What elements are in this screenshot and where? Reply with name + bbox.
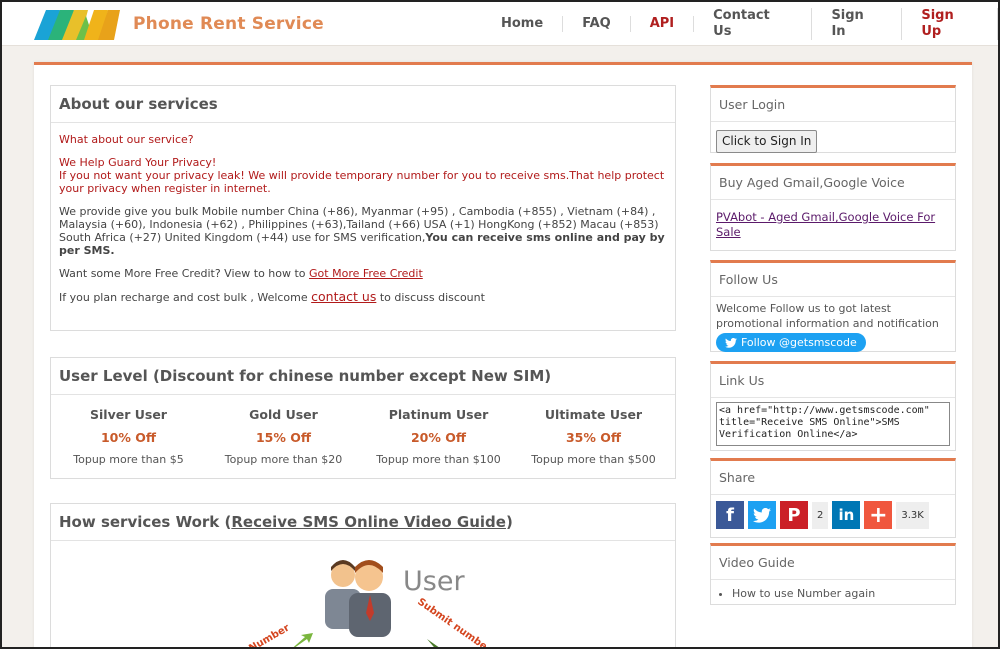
- level-silver: Silver User 10% Off Topup more than $5: [51, 407, 206, 466]
- level-ultimate: Ultimate User 35% Off Topup more than $5…: [516, 407, 671, 466]
- content-wrapper: About our services What about our servic…: [34, 62, 972, 649]
- logo[interactable]: [34, 10, 120, 40]
- login-widget: User Login Click to Sign In: [710, 85, 956, 153]
- level-topup: Topup more than $500: [531, 453, 656, 466]
- credit-link[interactable]: Got More Free Credit: [309, 267, 423, 280]
- main-nav: Home FAQ API Contact Us Sign In Sign Up: [482, 2, 998, 46]
- nav-contact-us[interactable]: Contact Us: [694, 8, 813, 40]
- video-guide-title: Video Guide: [711, 546, 955, 580]
- about-title: About our services: [51, 86, 675, 123]
- share-widget: Share f P 2 in + 3.3K: [710, 458, 956, 538]
- level-discount: 15% Off: [255, 430, 312, 445]
- site-header: Phone Rent Service Home FAQ API Contact …: [2, 2, 998, 46]
- level-discount: 10% Off: [100, 430, 157, 445]
- how-title: How services Work (Receive SMS Online Vi…: [51, 504, 675, 541]
- arrow-left-icon: [291, 633, 313, 649]
- linkedin-share-icon[interactable]: in: [832, 501, 861, 529]
- video-guide-widget: Video Guide How to use Number again: [710, 543, 956, 605]
- recharge-label: If you plan recharge and cost bulk , Wel…: [59, 291, 312, 304]
- pinterest-share-icon[interactable]: P: [780, 501, 808, 529]
- nav-sign-up[interactable]: Sign Up: [902, 8, 998, 40]
- user-level-panel: User Level (Discount for chinese number …: [50, 357, 676, 479]
- more-share-icon[interactable]: +: [864, 501, 893, 529]
- follow-widget: Follow Us Welcome Follow us to got lates…: [710, 260, 956, 352]
- about-panel: About our services What about our servic…: [50, 85, 676, 331]
- twitter-share-icon[interactable]: [748, 501, 776, 529]
- level-name: Silver User: [90, 407, 167, 422]
- level-discount: 35% Off: [565, 430, 622, 445]
- level-topup: Topup more than $20: [224, 453, 343, 466]
- follow-title: Follow Us: [711, 263, 955, 297]
- level-name: Platinum User: [388, 407, 489, 422]
- recharge-suffix: to discuss discount: [376, 291, 485, 304]
- link-code-textarea[interactable]: <a href="http://www.getsmscode.com" titl…: [716, 402, 950, 446]
- link-us-widget: Link Us <a href="http://www.getsmscode.c…: [710, 361, 956, 451]
- twitter-follow-button[interactable]: Follow @getsmscode: [716, 333, 866, 352]
- video-guide-link[interactable]: Receive SMS Online Video Guide: [231, 513, 506, 531]
- nav-api[interactable]: API: [631, 16, 695, 32]
- level-discount: 20% Off: [410, 430, 467, 445]
- bulk-text: We provide give you bulk Mobile number C…: [59, 205, 667, 257]
- twitter-bird-icon: [753, 507, 771, 523]
- sign-in-button[interactable]: Click to Sign In: [716, 130, 818, 153]
- nav-faq[interactable]: FAQ: [563, 16, 631, 32]
- twitter-follow-label: Follow @getsmscode: [741, 336, 857, 349]
- how-title-close: ): [505, 513, 513, 531]
- levels-title: User Level (Discount for chinese number …: [51, 358, 675, 395]
- privacy-title: We Help Guard Your Privacy!: [59, 156, 217, 169]
- credit-label: Want some More Free Credit? View to how …: [59, 267, 310, 280]
- video-guide-item[interactable]: How to use Number again: [732, 586, 950, 601]
- workflow-diagram: User Number Submit numbe: [51, 541, 675, 649]
- level-topup: Topup more than $5: [73, 453, 184, 466]
- nav-sign-in[interactable]: Sign In: [812, 8, 903, 40]
- share-title: Share: [711, 461, 955, 495]
- level-gold: Gold User 15% Off Topup more than $20: [206, 407, 361, 466]
- privacy-text: We Help Guard Your Privacy! If you not w…: [59, 156, 667, 195]
- level-name: Gold User: [249, 407, 318, 422]
- pvabot-link[interactable]: PVAbot - Aged Gmail,Google Voice For Sal…: [716, 210, 935, 239]
- level-name: Ultimate User: [544, 407, 643, 422]
- diagram-left-label: Number: [247, 622, 292, 649]
- share-count: 3.3K: [896, 501, 929, 529]
- brand-name[interactable]: Phone Rent Service: [133, 14, 324, 34]
- follow-text: Welcome Follow us to got latest promotio…: [716, 302, 939, 330]
- about-question: What about our service?: [59, 133, 194, 146]
- how-it-works-panel: How services Work (Receive SMS Online Vi…: [50, 503, 676, 649]
- recharge-text: If you plan recharge and cost bulk , Wel…: [59, 290, 667, 304]
- link-us-title: Link Us: [711, 364, 955, 398]
- contact-us-link[interactable]: contact us: [311, 289, 376, 304]
- credit-text: Want some More Free Credit? View to how …: [59, 267, 667, 280]
- nav-home[interactable]: Home: [482, 16, 564, 32]
- gmail-widget: Buy Aged Gmail,Google Voice PVAbot - Age…: [710, 163, 956, 251]
- level-platinum: Platinum User 20% Off Topup more than $1…: [361, 407, 516, 466]
- gmail-title: Buy Aged Gmail,Google Voice: [711, 166, 955, 200]
- twitter-icon: [725, 337, 737, 348]
- arrow-right-icon: [427, 639, 442, 649]
- how-title-text: How services Work (: [59, 513, 232, 531]
- level-topup: Topup more than $100: [376, 453, 501, 466]
- users-icon: [325, 560, 391, 637]
- facebook-share-icon[interactable]: f: [716, 501, 744, 529]
- pinterest-count: 2: [812, 501, 829, 529]
- login-title: User Login: [711, 88, 955, 122]
- privacy-body: If you not want your privacy leak! We wi…: [59, 169, 665, 195]
- diagram-user-label: User: [403, 566, 465, 597]
